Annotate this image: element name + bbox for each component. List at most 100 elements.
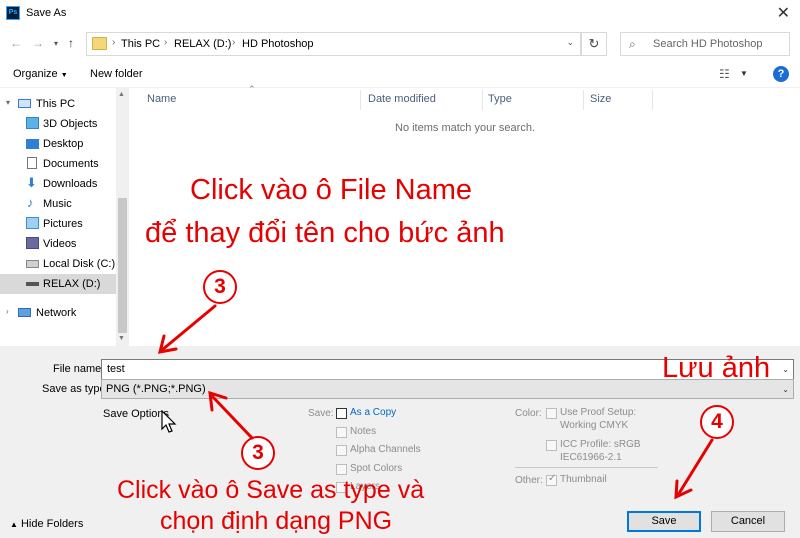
nav-item-downloads[interactable]: ⬇ Downloads: [0, 174, 116, 194]
nav-label: This PC: [36, 98, 76, 110]
column-header-size[interactable]: Size: [590, 93, 611, 105]
annotation-save-note: Lưu ảnh: [662, 352, 771, 384]
scroll-down-icon[interactable]: ▼: [118, 335, 125, 342]
chevron-down-icon[interactable]: ⌄: [566, 37, 574, 48]
chevron-right-icon: ›: [164, 37, 168, 48]
breadcrumb-relax-drive[interactable]: RELAX (D:): [174, 38, 231, 50]
close-button[interactable]: ✕: [777, 3, 790, 23]
nav-label: Pictures: [43, 218, 83, 230]
nav-label: 3D Objects: [43, 118, 98, 130]
hide-folders-button[interactable]: ▲ Hide Folders: [10, 518, 83, 530]
nav-item-this-pc[interactable]: ▾ This PC: [0, 94, 116, 114]
icc-profile-checkbox[interactable]: [546, 440, 557, 451]
back-arrow-icon[interactable]: ←: [10, 36, 22, 50]
chevron-down-icon: ⌄: [782, 385, 789, 394]
check-icon: ✓: [548, 473, 557, 484]
nav-label: Documents: [43, 158, 99, 170]
use-proof-setup-checkbox[interactable]: [546, 408, 557, 419]
sort-ascending-icon: ⌃: [248, 84, 256, 94]
drive-icon: [26, 282, 39, 286]
scroll-up-icon[interactable]: ▲: [118, 91, 125, 98]
breadcrumb-hd-photoshop[interactable]: HD Photoshop: [242, 38, 314, 50]
scrollbar-thumb[interactable]: [118, 198, 127, 333]
file-name-value: test: [107, 363, 125, 375]
window-title: Save As: [26, 7, 67, 19]
spot-colors-checkbox[interactable]: [336, 464, 347, 475]
recent-locations-icon[interactable]: ▾: [54, 39, 58, 48]
search-icon: ⌕: [629, 37, 636, 51]
nav-item-videos[interactable]: Videos: [0, 234, 116, 254]
photoshop-app-icon: Ps: [6, 6, 20, 20]
file-name-label: File name:: [53, 363, 105, 375]
refresh-button[interactable]: ↻: [581, 32, 607, 56]
organize-label: Organize: [13, 68, 58, 80]
nav-item-network[interactable]: › Network: [0, 303, 116, 323]
videos-icon: [26, 237, 39, 249]
step-4-badge: 4: [700, 405, 734, 439]
nav-item-documents[interactable]: Documents: [0, 154, 116, 174]
cancel-button[interactable]: Cancel: [711, 511, 785, 532]
chevron-down-icon[interactable]: ▾: [6, 98, 10, 107]
step-3-badge-bottom: 3: [241, 436, 275, 470]
title-bar: Ps Save As ✕: [0, 0, 800, 28]
notes-label: Notes: [350, 426, 377, 437]
icc-profile-label: ICC Profile: sRGB: [560, 439, 641, 450]
annotation-savetype-line1: Click vào ô Save as type và: [117, 476, 425, 504]
column-header-type[interactable]: Type: [488, 93, 512, 105]
column-header-name[interactable]: Name: [147, 93, 176, 105]
nav-label: Desktop: [43, 138, 84, 150]
as-a-copy-checkbox[interactable]: [336, 408, 347, 419]
nav-item-3d-objects[interactable]: 3D Objects: [0, 114, 116, 134]
nav-item-relax-drive[interactable]: RELAX (D:): [0, 274, 116, 294]
search-box[interactable]: ⌕ Search HD Photoshop: [620, 32, 790, 56]
drive-icon: [26, 260, 39, 268]
music-icon: ♪: [27, 195, 34, 210]
downloads-icon: ⬇: [26, 175, 37, 190]
save-button[interactable]: Save: [627, 511, 701, 532]
forward-arrow-icon[interactable]: →: [32, 36, 44, 50]
chevron-right-icon[interactable]: ›: [6, 307, 9, 316]
column-divider: [652, 90, 653, 110]
folder-icon: [92, 37, 107, 50]
up-arrow-icon[interactable]: ↑: [68, 36, 74, 50]
notes-checkbox[interactable]: [336, 427, 347, 438]
pictures-icon: [26, 217, 39, 229]
network-icon: [18, 308, 31, 317]
column-divider: [482, 90, 483, 110]
documents-icon: [27, 157, 37, 169]
chevron-right-icon: ›: [112, 37, 116, 48]
spot-colors-label: Spot Colors: [350, 463, 403, 474]
color-group-label: Color:: [515, 408, 542, 419]
nav-item-music[interactable]: ♪ Music: [0, 194, 116, 214]
alpha-channels-label: Alpha Channels: [350, 444, 421, 455]
hide-folders-label: Hide Folders: [20, 518, 84, 530]
path-box[interactable]: › This PC › RELAX (D:) › HD Photoshop ⌄: [86, 32, 581, 56]
help-icon[interactable]: ?: [773, 66, 789, 82]
alpha-channels-checkbox[interactable]: [336, 445, 347, 456]
nav-item-pictures[interactable]: Pictures: [0, 214, 116, 234]
new-folder-button[interactable]: New folder: [90, 68, 143, 80]
column-header-date-modified[interactable]: Date modified: [368, 93, 436, 105]
nav-item-desktop[interactable]: Desktop: [0, 134, 116, 154]
chevron-right-icon: ›: [232, 37, 236, 48]
thumbnail-checkbox[interactable]: ✓: [546, 473, 557, 486]
navigation-scrollbar[interactable]: ▲ ▼: [116, 88, 129, 346]
address-bar: ← → ▾ ↑ › This PC › RELAX (D:) › HD Phot…: [0, 28, 800, 60]
nav-label: Videos: [43, 238, 77, 250]
nav-item-local-disk[interactable]: Local Disk (C:): [0, 254, 116, 274]
nav-label: Music: [43, 198, 72, 210]
computer-icon: [18, 99, 31, 108]
view-options-icon[interactable]: ☷: [719, 67, 730, 81]
breadcrumb-this-pc[interactable]: This PC: [121, 38, 160, 50]
icc-profile-value: IEC61966-2.1: [560, 452, 622, 463]
chevron-down-icon[interactable]: ▼: [740, 69, 748, 78]
thumbnail-label: Thumbnail: [560, 474, 607, 485]
command-bar: Organize ▼ New folder ☷ ▼ ?: [0, 60, 800, 88]
as-a-copy-label[interactable]: As a Copy: [350, 407, 396, 418]
chevron-down-icon[interactable]: ⌄: [782, 365, 789, 374]
save-group-label: Save:: [308, 408, 334, 419]
annotation-savetype-line2: chọn định dạng PNG: [160, 507, 393, 535]
organize-button[interactable]: Organize ▼: [13, 68, 68, 80]
save-as-type-label: Save as type:: [42, 383, 109, 395]
nav-label: Downloads: [43, 178, 98, 190]
